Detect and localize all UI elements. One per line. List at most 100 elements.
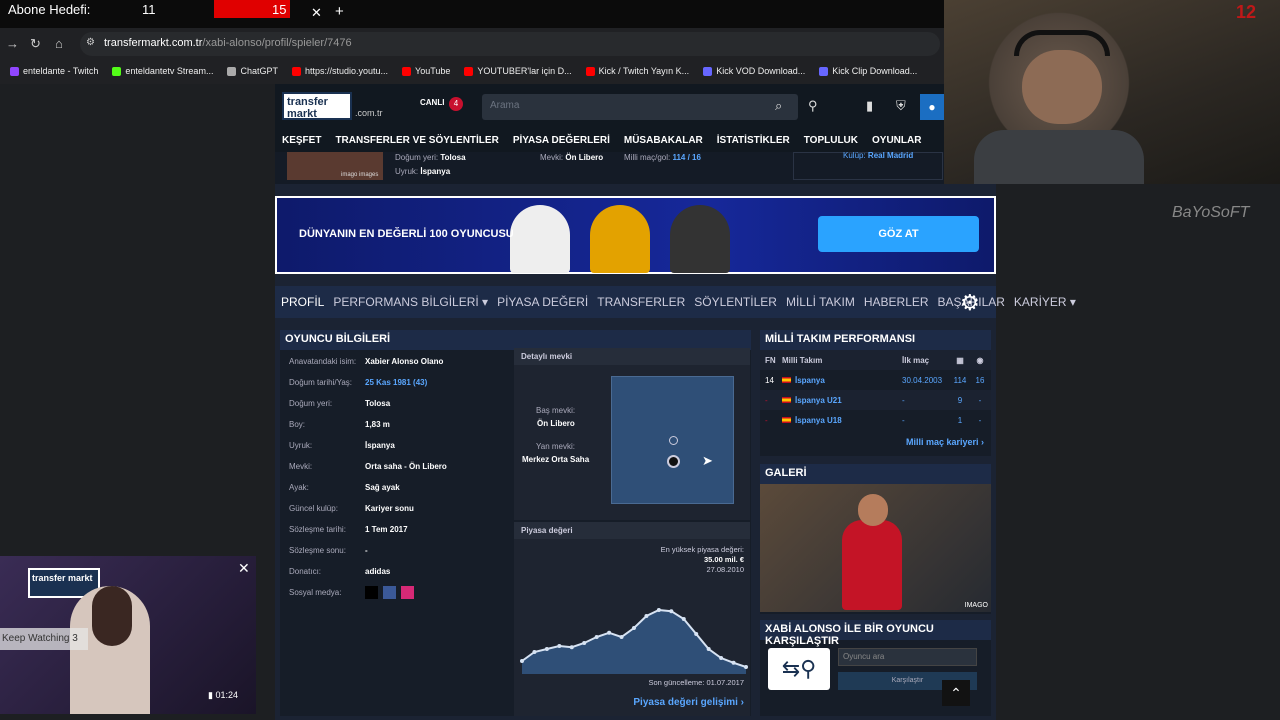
info-label: Doğum yeri: — [289, 399, 333, 408]
info-value: Xabier Alonso Olano — [365, 357, 444, 366]
citizenship-label: Uyruk: — [395, 167, 419, 176]
live-count-badge: 4 — [449, 97, 463, 111]
gallery-title: GALERİ — [760, 464, 991, 484]
market-value-link[interactable]: Piyasa değeri gelişimi › — [633, 697, 744, 708]
home-icon[interactable]: ⌂ — [55, 36, 63, 51]
info-label: Uyruk: — [289, 441, 313, 450]
market-value-point — [706, 647, 711, 651]
subscriber-goal-label: Abone Hedefi: — [8, 2, 91, 17]
account-button[interactable]: ● — [920, 94, 944, 120]
main-nav-item[interactable]: KEŞFET — [275, 135, 328, 146]
instagram-icon[interactable] — [401, 586, 414, 599]
bookmark-item[interactable]: enteldante - Twitch — [10, 66, 98, 76]
caps-label: Milli maç/gol: — [624, 153, 671, 162]
bookmark-icon[interactable]: ▮ — [866, 98, 873, 114]
profile-tab[interactable]: HABERLER — [858, 295, 932, 309]
profile-tab[interactable]: TRANSFERLER — [591, 295, 688, 309]
live-label[interactable]: CANLI — [420, 98, 444, 107]
webcam-counter: 12 — [1236, 2, 1257, 22]
main-nav-item[interactable]: İSTATİSTİKLER — [710, 135, 797, 146]
info-label: Sözleşme tarihi: — [289, 525, 346, 534]
profile-tab[interactable]: SÖYLENTİLER — [688, 295, 780, 309]
bookmark-item[interactable]: YouTube — [402, 66, 450, 76]
bookmark-item[interactable]: YOUTUBER'lar için D... — [464, 66, 572, 76]
user-icon: ● — [928, 100, 936, 114]
national-career-link[interactable]: Milli maç kariyeri › — [760, 430, 991, 454]
main-position-label: Baş mevki: — [536, 406, 576, 415]
spain-flag-icon — [782, 376, 791, 383]
info-label: Güncel kulüp: — [289, 504, 338, 513]
banner-button[interactable]: GÖZ AT — [818, 216, 979, 252]
main-nav-item[interactable]: TOPLULUK — [797, 135, 865, 146]
club-label: Kulüp: — [843, 151, 866, 160]
info-value: - — [365, 546, 368, 555]
main-nav-item[interactable]: MÜSABAKALAR — [617, 135, 710, 146]
side-position-label: Yan mevki: — [536, 442, 575, 451]
new-tab-icon[interactable]: + — [335, 3, 344, 20]
mouse-cursor-icon: ➤ — [702, 453, 713, 468]
close-video-icon[interactable]: ✕ — [238, 560, 250, 577]
x-icon[interactable] — [365, 586, 378, 599]
site-logo[interactable]: transfer markt — [282, 92, 352, 120]
max-value-date: 27.08.2010 — [706, 565, 744, 574]
headphones — [1014, 30, 1110, 56]
site-domain: .com.tr — [355, 108, 383, 118]
presenter-hair — [92, 586, 132, 646]
caps-value[interactable]: 114 / 16 — [672, 153, 700, 162]
main-nav-item[interactable]: TRANSFERLER VE SÖYLENTİLER — [328, 135, 505, 146]
main-nav-item[interactable]: OYUNLAR — [865, 135, 928, 146]
keep-watching-label[interactable]: Keep Watching 3 — [0, 628, 88, 650]
site-info-icon[interactable]: ⚙ — [86, 37, 95, 48]
national-team-row[interactable]: - İspanya U21-9- — [760, 390, 991, 410]
close-tab-icon[interactable]: ✕ — [311, 5, 322, 21]
bookmark-item[interactable]: enteldantetv Stream... — [112, 66, 213, 76]
subscriber-goal-target: 15 — [272, 2, 287, 17]
banner-text: DÜNYANIN EN DEĞERLİ 100 OYUNCUSU — [299, 228, 514, 240]
market-value-point — [744, 665, 748, 669]
streamer-shirt — [974, 130, 1144, 184]
user-search-icon[interactable]: ⚲ — [808, 98, 818, 114]
side-position-marker — [669, 436, 678, 445]
national-team-row[interactable]: 14 İspanya 30.04.2003 114 16 — [760, 370, 991, 390]
bookmark-item[interactable]: Kick Clip Download... — [819, 66, 917, 76]
facebook-icon[interactable] — [383, 586, 396, 599]
profile-tab[interactable]: MİLLİ TAKIM — [780, 295, 858, 309]
scroll-to-top-icon[interactable]: ⌃ — [942, 680, 970, 706]
info-label: Anavatandaki isim: — [289, 357, 357, 366]
info-value[interactable]: 25 Kas 1981 (43) — [365, 378, 427, 387]
bookmark-favicon-icon — [291, 66, 301, 76]
profile-tab[interactable]: KARİYER ▾ — [1008, 295, 1079, 309]
compare-search-input[interactable]: Oyuncu ara — [838, 648, 977, 666]
info-label: Sosyal medya: — [289, 588, 342, 597]
reload-icon[interactable]: ↻ — [30, 36, 41, 52]
profile-tab[interactable]: PROFİL — [275, 295, 327, 309]
gallery-image[interactable]: IMAGO — [760, 484, 991, 612]
search-input[interactable] — [482, 94, 798, 120]
bookmark-item[interactable]: ChatGPT — [227, 66, 278, 76]
forward-icon[interactable]: → — [6, 36, 19, 51]
national-team-row[interactable]: - İspanya U18-1- — [760, 410, 991, 430]
national-team-panel: MİLLİ TAKIM PERFORMANSI FN Milli Takım İ… — [760, 330, 991, 456]
shield-icon[interactable]: ⛨ — [896, 98, 906, 114]
profile-tab[interactable]: PİYASA DEĞERİ — [491, 295, 591, 309]
info-value: Orta saha - Ön Libero — [365, 462, 447, 471]
bookmark-item[interactable]: Kick VOD Download... — [703, 66, 805, 76]
bookmark-item[interactable]: https://studio.youtu... — [291, 66, 388, 76]
profile-tab[interactable]: PERFORMANS BİLGİLERİ ▾ — [327, 295, 491, 309]
bookmark-item[interactable]: Kick / Twitch Yayın K... — [585, 66, 689, 76]
search-icon[interactable]: ⌕ — [775, 98, 782, 114]
position-pitch: ➤ — [611, 376, 734, 504]
market-value-point — [594, 635, 599, 639]
settings-gear-icon[interactable]: ⚙ — [960, 290, 980, 316]
main-nav-item[interactable]: PİYASA DEĞERLERİ — [506, 135, 617, 146]
market-value-point — [532, 650, 537, 654]
market-value-point — [607, 630, 612, 635]
national-team-title: MİLLİ TAKIM PERFORMANSI — [760, 330, 991, 350]
banner-player-2 — [590, 205, 650, 273]
goals-icon: ◉ — [976, 355, 984, 365]
compare-icon: ⇆⚲ — [768, 648, 830, 690]
url-text[interactable]: transfermarkt.com.tr/xabi-alonso/profil/… — [104, 37, 352, 49]
bookmark-favicon-icon — [227, 66, 237, 76]
bookmark-favicon-icon — [585, 66, 595, 76]
club-value[interactable]: Real Madrid — [868, 151, 913, 160]
